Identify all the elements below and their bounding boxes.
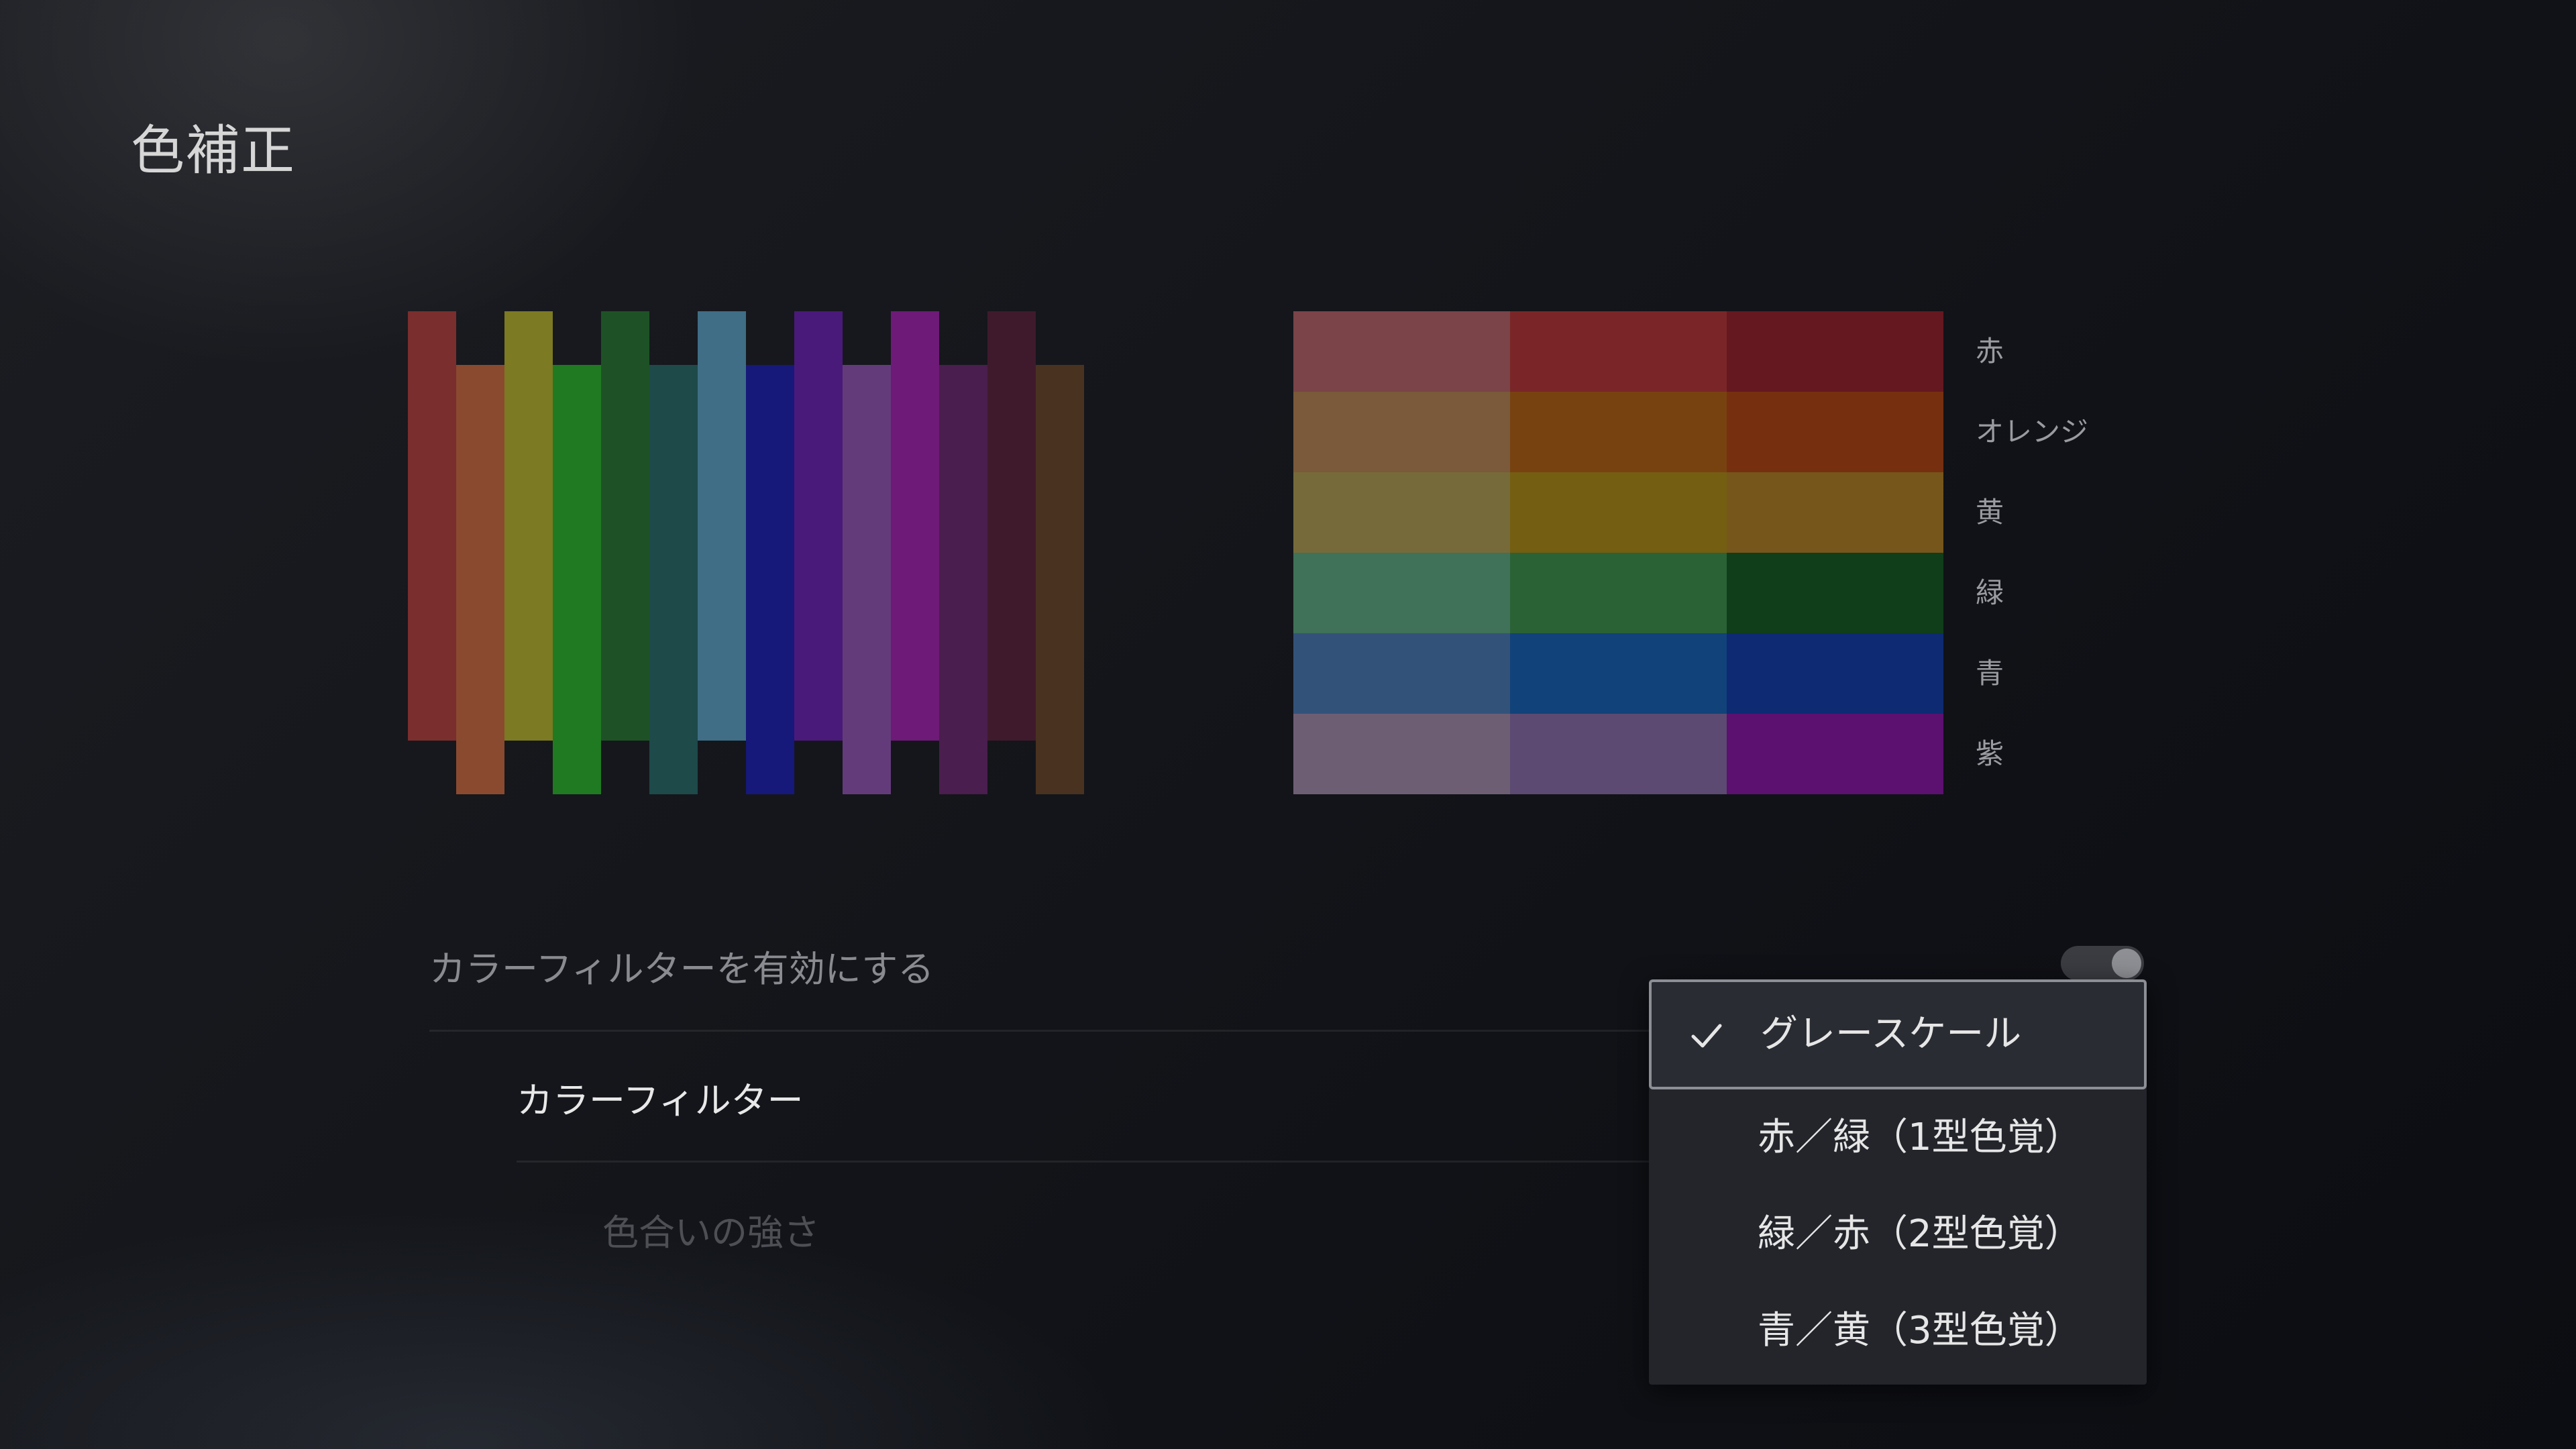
divider	[429, 1030, 1654, 1032]
grid-label-green: 緑	[1976, 576, 2004, 609]
color-swatch	[1510, 472, 1727, 553]
option-label: 緑／赤（2型色覚）	[1758, 1212, 2082, 1256]
color-bar	[746, 365, 794, 794]
option-label: 赤／緑（1型色覚）	[1758, 1116, 2082, 1159]
color-bar	[601, 311, 649, 741]
color-bar	[698, 311, 746, 741]
color-bar	[408, 311, 456, 741]
color-grid	[1293, 311, 1943, 794]
color-bar	[794, 311, 843, 741]
option-tritanopia[interactable]: 青／黄（3型色覚）	[1649, 1283, 2147, 1379]
grid-label-purple: 紫	[1976, 737, 2004, 770]
color-bar	[649, 365, 698, 794]
option-label: 青／黄（3型色覚）	[1758, 1309, 2082, 1352]
option-label: グレースケール	[1760, 1012, 2022, 1056]
color-swatch	[1727, 311, 1943, 392]
grid-label-red: 赤	[1976, 335, 2004, 368]
toggle-knob	[2112, 949, 2141, 978]
color-swatch	[1293, 714, 1510, 794]
color-bar	[987, 311, 1036, 741]
color-bar	[891, 311, 939, 741]
color-bar	[1036, 365, 1084, 794]
divider	[517, 1161, 1654, 1163]
option-grayscale[interactable]: グレースケール	[1649, 979, 2147, 1089]
color-swatch	[1293, 392, 1510, 472]
color-filter-dropdown: グレースケール 赤／緑（1型色覚） 緑／赤（2型色覚） 青／黄（3型色覚）	[1649, 979, 2147, 1385]
checkmark-icon	[1691, 1024, 1722, 1048]
enable-color-filter-setting[interactable]: カラーフィルターを有効にする	[429, 939, 934, 992]
grid-label-orange: オレンジ	[1976, 415, 2089, 448]
color-grid-labels: 赤 オレンジ 黄 緑 青 紫	[1976, 311, 2177, 794]
color-swatch	[1510, 714, 1727, 794]
option-protanopia[interactable]: 赤／緑（1型色覚）	[1649, 1089, 2147, 1186]
color-swatch	[1293, 553, 1510, 633]
color-swatch	[1510, 633, 1727, 714]
color-bar	[456, 365, 504, 794]
color-swatch	[1510, 553, 1727, 633]
grid-label-blue: 青	[1976, 657, 2004, 690]
color-swatch	[1727, 553, 1943, 633]
option-deuteranopia[interactable]: 緑／赤（2型色覚）	[1649, 1186, 2147, 1283]
color-swatch	[1293, 633, 1510, 714]
color-swatch	[1727, 472, 1943, 553]
color-bars-pattern	[408, 311, 1084, 794]
color-swatch	[1727, 392, 1943, 472]
grid-label-yellow: 黄	[1976, 496, 2004, 529]
color-swatch	[1293, 311, 1510, 392]
color-swatch	[1727, 633, 1943, 714]
color-filter-setting[interactable]: カラーフィルター	[517, 1071, 804, 1124]
color-swatch	[1510, 311, 1727, 392]
color-bar	[553, 365, 601, 794]
color-bar	[504, 311, 553, 741]
page-title: 色補正	[131, 119, 296, 182]
color-swatch	[1510, 392, 1727, 472]
color-intensity-setting: 色合いの強さ	[602, 1212, 820, 1254]
color-swatch	[1727, 714, 1943, 794]
color-bar	[843, 365, 891, 794]
color-swatch	[1293, 472, 1510, 553]
enable-color-filter-toggle[interactable]	[2061, 946, 2144, 981]
color-bar	[939, 365, 987, 794]
